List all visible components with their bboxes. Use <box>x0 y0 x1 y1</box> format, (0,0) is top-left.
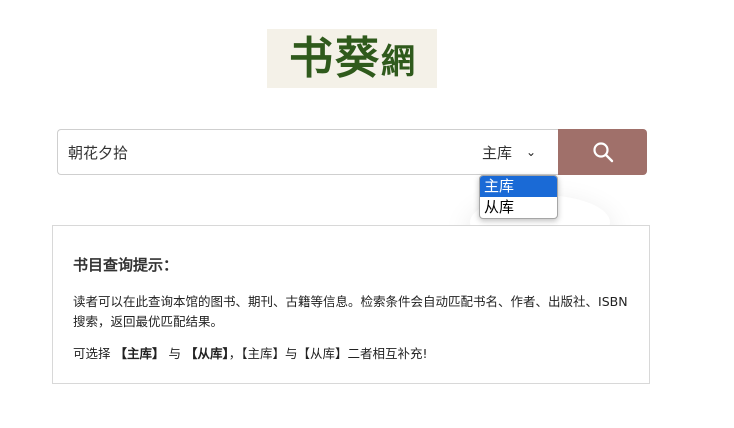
tips-database-note: 可选择 【主库】 与 【从库】，【主库】与【从库】二者相互补充! <box>73 344 427 364</box>
search-bar: 主库 ⌄ <box>57 129 647 175</box>
site-logo[interactable]: 书 葵 網 <box>267 29 437 88</box>
tips-note-suffix: ，【主库】与【从库】二者相互补充! <box>228 346 428 361</box>
search-input[interactable] <box>57 129 477 175</box>
search-button[interactable] <box>558 129 647 175</box>
logo-char-1: 书 <box>289 32 333 84</box>
tips-panel: 书目查询提示： 读者可以在此查询本馆的图书、期刊、古籍等信息。检索条件会自动匹配… <box>52 225 650 384</box>
dropdown-option-secondary[interactable]: 从库 <box>480 197 557 218</box>
tips-note-and: 与 <box>164 346 185 361</box>
chevron-down-icon: ⌄ <box>526 145 537 159</box>
database-select-value: 主库 <box>482 143 513 162</box>
tips-note-main: 【主库】 <box>114 346 165 361</box>
logo-char-2: 葵 <box>335 32 379 84</box>
database-dropdown: 主库 从库 <box>479 175 558 219</box>
page: 书 葵 網 主库 ⌄ 书目查询提示： 读者可以在此查询本馆的图书、期刊、古籍等信… <box>0 0 734 428</box>
tips-note-sub: 【从库】 <box>184 346 229 361</box>
search-icon <box>592 142 613 163</box>
tips-description: 读者可以在此查询本馆的图书、期刊、古籍等信息。检索条件会自动匹配书名、作者、出版… <box>73 294 628 329</box>
dropdown-option-main[interactable]: 主库 <box>480 176 557 197</box>
database-select[interactable]: 主库 ⌄ <box>477 129 558 175</box>
tips-note-prefix: 可选择 <box>73 346 115 361</box>
tips-title: 书目查询提示： <box>73 256 179 274</box>
logo-char-3: 網 <box>381 41 415 82</box>
